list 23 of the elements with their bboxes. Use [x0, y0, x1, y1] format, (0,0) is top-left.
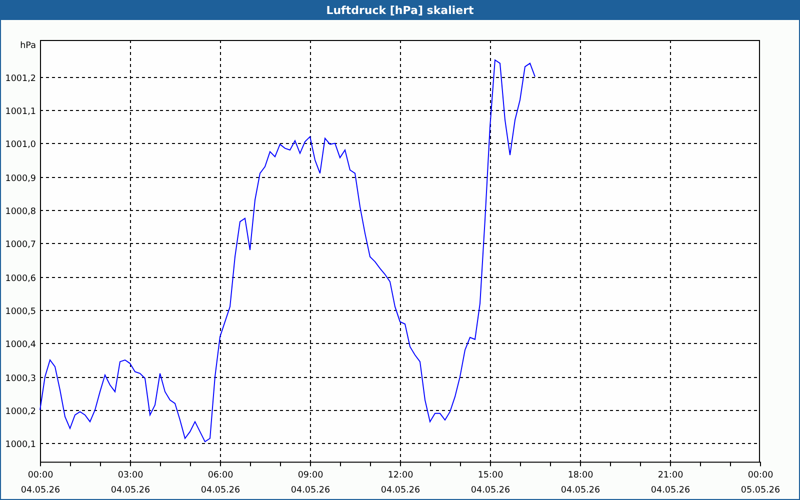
- x-tick-label: 00:00 05.05.26: [740, 470, 780, 496]
- y-tick-label: 1000,3: [5, 374, 36, 384]
- x-tick-label: 21:00 04.05.26: [650, 470, 690, 496]
- axis-unit-label: hPa: [20, 41, 36, 51]
- y-tick-label: 1000,6: [5, 274, 36, 284]
- y-tick-label: 1001,2: [5, 74, 36, 84]
- x-tick-label: 09:00 04.05.26: [290, 470, 330, 496]
- x-tick-label: 12:00 04.05.26: [380, 470, 420, 496]
- x-tick-label: 06:00 04.05.26: [200, 470, 240, 496]
- y-tick-label: 1000,5: [5, 307, 36, 317]
- y-tick-label: 1000,9: [5, 174, 36, 184]
- chart-title: Luftdruck [hPa] skaliert: [1, 0, 799, 20]
- y-tick-label: 1000,2: [5, 407, 36, 417]
- y-tick-label: 1001,1: [5, 107, 36, 117]
- x-tick-label: 18:00 04.05.26: [560, 470, 600, 496]
- y-tick-label: 1000,8: [5, 207, 36, 217]
- x-tick-label: 15:00 04.05.26: [470, 470, 510, 496]
- x-tick-label: 03:00 04.05.26: [110, 470, 150, 496]
- y-tick-label: 1000,4: [5, 340, 36, 350]
- x-tick-label: 00:00 04.05.26: [20, 470, 60, 496]
- y-tick-label: 1001,0: [5, 140, 36, 150]
- y-tick-label: 1000,1: [5, 440, 36, 450]
- y-tick-label: 1000,7: [5, 240, 36, 250]
